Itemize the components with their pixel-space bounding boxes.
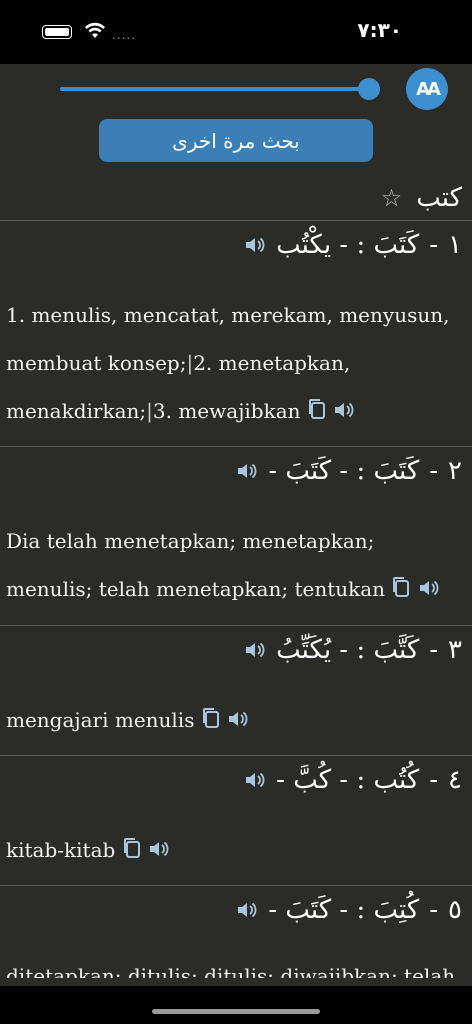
- meaning-text: kitab-kitab: [6, 838, 116, 862]
- speaker-icon[interactable]: [333, 389, 355, 437]
- speaker-icon[interactable]: [244, 235, 266, 255]
- star-icon[interactable]: ☆: [381, 184, 403, 212]
- entry-meaning: kitab-kitab: [6, 826, 466, 876]
- search-again-button[interactable]: بحث مرة اخرى: [99, 119, 373, 162]
- word-title: كتب: [416, 182, 462, 213]
- entry-forms-text: كَتَبَ : - كَتَبَ -: [268, 456, 420, 486]
- speaker-icon[interactable]: [244, 640, 266, 660]
- speaker-icon[interactable]: [236, 900, 258, 920]
- entry-3: ٣ - كَتَّبَ : - يُكَتِّبُ mengajari menu…: [0, 626, 472, 756]
- signal-dots: .....: [112, 28, 137, 42]
- copy-icon[interactable]: [307, 389, 327, 437]
- entry-dash: -: [429, 230, 439, 260]
- entry-4: ٤ - كُتُب : - كُبَّ - kitab-kitab: [0, 756, 472, 886]
- meaning-text: Dia telah menetapkan; menetapkan; menuli…: [6, 529, 386, 601]
- entry-1: ١ - كَتَبَ : - يكْتُب 1. menulis, mencat…: [0, 221, 472, 447]
- speaker-icon[interactable]: [418, 567, 440, 615]
- entry-number: ٢: [448, 456, 462, 486]
- copy-icon[interactable]: [391, 567, 411, 615]
- entry-forms-text: كُتِبَ : - كَتَبَ -: [268, 895, 420, 925]
- entry-2: ٢ - كَتَبَ : - كَتَبَ - Dia telah meneta…: [0, 447, 472, 626]
- entry-number: ٥: [448, 895, 462, 925]
- entry-meaning: Dia telah menetapkan; menetapkan; menuli…: [6, 517, 466, 615]
- font-size-slider-thumb[interactable]: [358, 78, 380, 100]
- entry-forms-text: كَتَبَ : - يكْتُب: [276, 230, 420, 260]
- speaker-icon[interactable]: [236, 461, 258, 481]
- entry-dash: -: [429, 456, 439, 486]
- entry-forms-text: كُتُب : - كُبَّ -: [276, 765, 420, 795]
- entry-number: ٤: [448, 765, 462, 795]
- entry-dash: -: [429, 895, 439, 925]
- font-size-slider-track[interactable]: [60, 87, 370, 91]
- entry-forms: ١ - كَتَبَ : - يكْتُب: [244, 223, 462, 267]
- battery-icon: [42, 25, 72, 39]
- entry-dash: -: [429, 765, 439, 795]
- meaning-part-3: 3. mewajibkan: [152, 399, 301, 423]
- entry-meaning: mengajari menulis: [6, 696, 466, 746]
- speaker-icon[interactable]: [227, 698, 249, 746]
- status-time: ٧:٣٠: [357, 18, 402, 42]
- home-indicator[interactable]: [152, 1009, 320, 1014]
- entry-dash: -: [429, 635, 439, 665]
- entry-forms: ٢ - كَتَبَ : - كَتَبَ -: [236, 449, 462, 493]
- speaker-icon[interactable]: [244, 770, 266, 790]
- entry-forms-text: كَتَّبَ : - يُكَتِّبُ: [276, 635, 420, 665]
- word-header: ☆ كتب: [0, 175, 472, 221]
- meaning-text: mengajari menulis: [6, 708, 195, 732]
- entry-forms: ٣ - كَتَّبَ : - يُكَتِّبُ: [244, 628, 462, 672]
- entry-number: ٣: [448, 635, 462, 665]
- font-size-button[interactable]: AA: [406, 68, 448, 110]
- home-bar-area: [0, 986, 472, 1024]
- entry-5-meaning-cut: ditetapkan; ditulis; ditulis; diwajibkan…: [6, 966, 456, 978]
- entry-meaning: 1. menulis, mencatat, merekam, menyusun,…: [6, 291, 466, 437]
- entry-number: ١: [448, 230, 462, 260]
- speaker-icon[interactable]: [148, 828, 170, 876]
- entry-forms: ٤ - كُتُب : - كُبَّ -: [244, 758, 462, 802]
- wifi-icon: [85, 22, 105, 38]
- entry-forms: ٥ - كُتِبَ : - كَتَبَ -: [236, 888, 462, 932]
- copy-icon[interactable]: [201, 698, 221, 746]
- copy-icon[interactable]: [122, 828, 142, 876]
- status-bar: ..... ٧:٣٠: [0, 0, 472, 64]
